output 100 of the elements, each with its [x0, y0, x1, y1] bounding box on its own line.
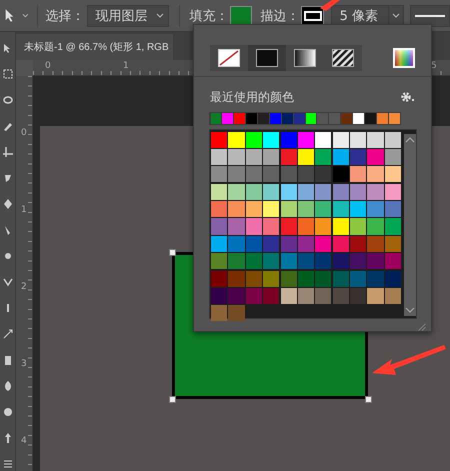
color-swatch[interactable] — [228, 132, 245, 148]
color-swatch[interactable] — [228, 148, 245, 166]
tool-icon[interactable] — [2, 328, 14, 340]
color-swatch[interactable] — [367, 148, 384, 166]
color-swatch[interactable] — [315, 288, 332, 304]
color-swatch[interactable] — [246, 288, 262, 304]
color-swatch[interactable] — [246, 253, 262, 270]
color-swatch[interactable] — [280, 270, 297, 287]
tool-icon[interactable] — [2, 94, 14, 106]
color-swatch[interactable] — [228, 166, 245, 182]
color-swatch[interactable] — [246, 112, 257, 124]
color-swatch[interactable] — [367, 270, 384, 287]
color-swatch[interactable] — [270, 112, 281, 124]
color-swatch[interactable] — [246, 201, 262, 218]
color-swatch[interactable] — [228, 236, 245, 252]
color-swatch[interactable] — [228, 184, 245, 200]
layer-dropdown[interactable]: 现用图层 — [86, 4, 168, 26]
color-swatch[interactable] — [280, 253, 297, 270]
color-swatch[interactable] — [246, 132, 262, 148]
scrollbar[interactable] — [404, 134, 416, 316]
color-swatch[interactable] — [367, 132, 384, 148]
color-swatch[interactable] — [384, 201, 401, 218]
color-swatch[interactable] — [350, 184, 366, 200]
color-swatch[interactable] — [350, 218, 366, 235]
color-swatch[interactable] — [298, 166, 314, 182]
color-swatch[interactable] — [315, 148, 332, 166]
color-swatch[interactable] — [228, 305, 245, 322]
color-swatch[interactable] — [246, 218, 262, 235]
color-swatch[interactable] — [228, 270, 245, 287]
color-swatch[interactable] — [384, 253, 401, 270]
color-swatch[interactable] — [332, 253, 349, 270]
color-swatch[interactable] — [211, 166, 228, 182]
stroke-swatch[interactable] — [301, 6, 324, 26]
color-swatch[interactable] — [315, 218, 332, 235]
color-swatch[interactable] — [367, 236, 384, 252]
color-swatch[interactable] — [280, 132, 297, 148]
color-swatch[interactable] — [367, 166, 384, 182]
color-swatch[interactable] — [350, 236, 366, 252]
color-swatch[interactable] — [298, 132, 314, 148]
color-swatch[interactable] — [263, 132, 280, 148]
color-swatch[interactable] — [263, 218, 280, 235]
color-swatch[interactable] — [263, 288, 280, 304]
color-swatch[interactable] — [298, 184, 314, 200]
color-swatch[interactable] — [332, 184, 349, 200]
color-swatch[interactable] — [350, 253, 366, 270]
color-swatch[interactable] — [317, 112, 328, 124]
resize-grip-icon[interactable] — [417, 322, 427, 331]
color-swatch[interactable] — [228, 288, 245, 304]
color-swatch[interactable] — [332, 288, 349, 304]
color-swatch[interactable] — [222, 112, 234, 124]
color-swatch[interactable] — [211, 253, 228, 270]
color-swatch[interactable] — [282, 112, 293, 124]
color-swatch[interactable] — [332, 270, 349, 287]
tool-icon[interactable] — [2, 120, 14, 132]
color-swatch[interactable] — [384, 132, 401, 148]
settings-icon[interactable] — [400, 91, 415, 104]
color-swatch[interactable] — [332, 132, 349, 148]
color-swatch[interactable] — [384, 288, 401, 304]
scroll-down-icon[interactable] — [405, 306, 415, 313]
transform-handle[interactable] — [169, 396, 176, 403]
color-swatch[interactable] — [258, 112, 269, 124]
color-swatch[interactable] — [211, 305, 228, 322]
tool-icon[interactable] — [2, 68, 14, 80]
color-swatch[interactable] — [298, 270, 314, 287]
color-swatch[interactable] — [280, 201, 297, 218]
color-swatch[interactable] — [384, 236, 401, 252]
color-swatch[interactable] — [298, 218, 314, 235]
color-swatch[interactable] — [367, 218, 384, 235]
color-swatch[interactable] — [211, 132, 228, 148]
color-swatch[interactable] — [211, 270, 228, 287]
color-swatch[interactable] — [211, 236, 228, 252]
color-swatch[interactable] — [280, 288, 297, 304]
scroll-up-icon[interactable] — [405, 136, 415, 143]
color-swatch[interactable] — [329, 112, 340, 124]
color-swatch[interactable] — [263, 236, 280, 252]
color-swatch[interactable] — [315, 184, 332, 200]
color-swatch[interactable] — [315, 201, 332, 218]
color-swatch[interactable] — [315, 236, 332, 252]
color-swatch[interactable] — [263, 201, 280, 218]
color-swatch[interactable] — [263, 148, 280, 166]
color-swatch[interactable] — [280, 148, 297, 166]
color-swatch[interactable] — [280, 218, 297, 235]
fill-swatch[interactable] — [230, 6, 252, 26]
color-swatch[interactable] — [298, 201, 314, 218]
color-swatch[interactable] — [263, 184, 280, 200]
color-swatch[interactable] — [384, 270, 401, 287]
color-swatch[interactable] — [350, 148, 366, 166]
color-swatch[interactable] — [367, 253, 384, 270]
color-swatch[interactable] — [332, 201, 349, 218]
document-tab[interactable]: 未标题-1 @ 66.7% (矩形 1, RGB — [16, 34, 173, 60]
color-swatch[interactable] — [263, 270, 280, 287]
color-swatch[interactable] — [350, 166, 366, 182]
color-swatch[interactable] — [228, 201, 245, 218]
color-swatch[interactable] — [353, 112, 364, 124]
tool-icon[interactable] — [2, 198, 14, 210]
color-swatch[interactable] — [341, 112, 352, 124]
color-swatch[interactable] — [332, 236, 349, 252]
caret-icon[interactable] — [22, 13, 29, 18]
color-picker-icon[interactable] — [393, 48, 415, 68]
color-swatch[interactable] — [228, 218, 245, 235]
